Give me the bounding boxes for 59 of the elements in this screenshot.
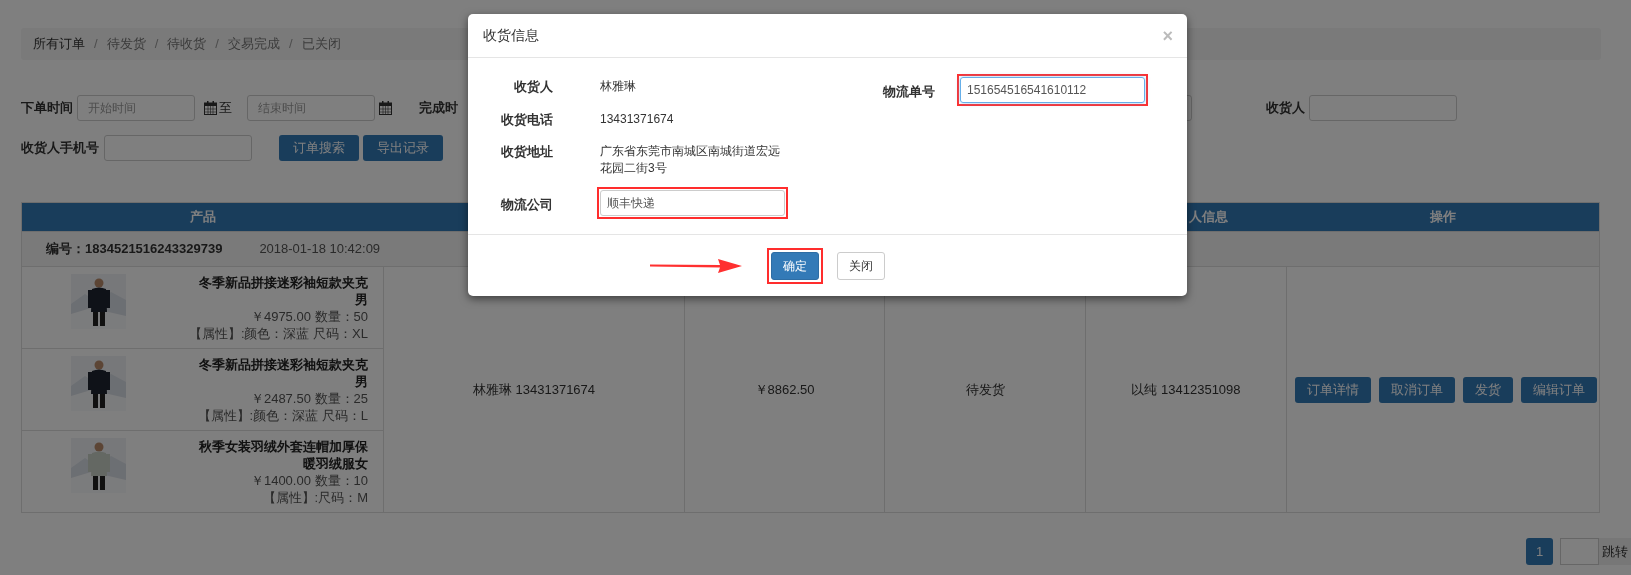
product-name: 秋季女装羽绒外套连帽加厚保暖羽绒服女 <box>198 437 368 472</box>
action-button[interactable]: 编辑订单 <box>1521 376 1597 403</box>
order-number: 编号：1834521516243329739 <box>46 240 223 259</box>
product-attributes: 【属性】:颜色：深蓝 尺码：XL <box>188 324 368 342</box>
field-label: 物流单号 <box>882 83 935 101</box>
product-price: ￥4975.00 数量：50 <box>250 307 368 325</box>
breadcrumb-separator: / <box>94 35 98 54</box>
page-input[interactable] <box>1560 538 1599 565</box>
breadcrumb-link[interactable]: 待发货 <box>106 34 146 54</box>
field-label: 物流公司 <box>500 196 553 214</box>
product-name: 冬季新品拼接迷彩袖短款夹克男 <box>198 355 368 390</box>
field-label: 下单时间 <box>21 99 74 118</box>
table-cell: 待发货 <box>965 381 1005 397</box>
product-price: ￥2487.50 数量：25 <box>250 389 368 407</box>
order-time: 2018-01-18 10:42:09 <box>259 240 381 259</box>
input-field[interactable] <box>1309 95 1457 121</box>
breadcrumb-separator: / <box>215 35 219 54</box>
breadcrumb-separator: / <box>154 35 159 54</box>
toolbar-button[interactable]: 导出记录 <box>363 135 443 161</box>
action-button[interactable]: 订单详情 <box>1295 376 1371 403</box>
breadcrumb-link[interactable]: 已关闭 <box>301 34 341 54</box>
dialog-title: 收货信息 <box>483 26 539 45</box>
field-label: 收货人 <box>513 78 553 96</box>
action-button[interactable]: 发货 <box>1463 376 1513 403</box>
dialog-button[interactable]: 关闭 <box>837 251 885 280</box>
field-value: 林雅琳 <box>600 78 637 95</box>
field-label: 收货人手机号 <box>21 139 100 158</box>
product-attributes: 【属性】:颜色：深蓝 尺码：L <box>197 406 368 424</box>
input-field[interactable]: 顺丰快递 <box>600 190 785 216</box>
breadcrumb-separator: / <box>288 35 293 54</box>
input-field[interactable]: 151654516541610112 <box>960 77 1145 103</box>
dialog-button[interactable]: 确定 <box>771 251 819 280</box>
jump-button[interactable]: 跳转 <box>1599 538 1631 565</box>
product-name: 冬季新品拼接迷彩袖短款夹克男 <box>198 273 368 308</box>
field-value: 13431371674 <box>600 110 675 128</box>
column-header: 产品 <box>189 209 216 225</box>
calendar-icon[interactable] <box>204 101 217 115</box>
breadcrumb-link[interactable]: 所有订单 <box>33 34 85 54</box>
input-field[interactable] <box>104 135 252 161</box>
field-label: 收货电话 <box>500 110 553 129</box>
table-cell: 以纯 13412351098 <box>1131 381 1241 397</box>
separator-text: 至 <box>219 99 232 118</box>
field-value: 广东省东莞市南城区南城街道宏远花园二街3号 <box>600 143 781 177</box>
product-price: ￥1400.00 数量：10 <box>250 471 368 489</box>
column-header: 操作 <box>1429 209 1456 225</box>
field-label: 完成时 <box>419 99 458 118</box>
table-cell: 林雅琳 13431371674 <box>472 381 596 397</box>
table-cell: ￥8862.50 <box>754 381 815 397</box>
close-button[interactable]: × <box>1162 26 1173 45</box>
breadcrumb-link[interactable]: 待收货 <box>167 34 207 54</box>
page-button[interactable]: 1 <box>1526 538 1553 565</box>
field-label: 收货人 <box>1266 99 1305 118</box>
calendar-icon[interactable] <box>379 101 392 115</box>
breadcrumb-link[interactable]: 交易完成 <box>227 34 280 54</box>
action-button[interactable]: 取消订单 <box>1379 376 1455 403</box>
field-label: 收货地址 <box>500 143 553 161</box>
column-header: 人信息 <box>1188 209 1228 225</box>
toolbar-button[interactable]: 订单搜索 <box>279 135 359 161</box>
product-attributes: 【属性】:尺码：M <box>262 488 368 506</box>
